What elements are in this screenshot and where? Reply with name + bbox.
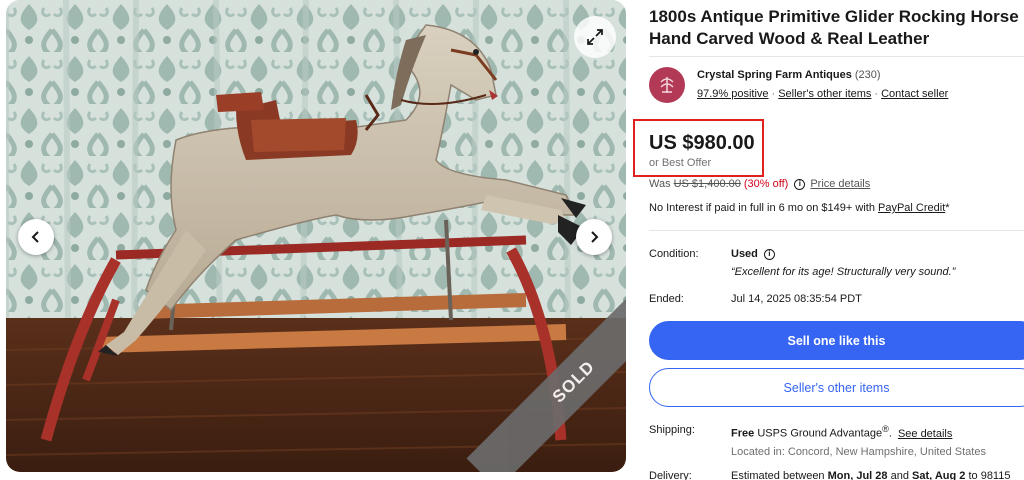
delivery-text: Estimated between	[731, 470, 825, 480]
item-title: 1800s Antique Primitive Glider Rocking H…	[649, 6, 1024, 50]
shipping-details-link[interactable]: See details	[898, 428, 952, 440]
shipping-reg-mark: ®	[882, 424, 889, 434]
next-image-button[interactable]	[576, 219, 612, 255]
sell-one-like-this-button[interactable]: Sell one like this	[649, 321, 1024, 360]
was-price: US $1,400.00	[673, 178, 741, 190]
financing-line: No Interest if paid in full in 6 mo on $…	[649, 202, 950, 214]
info-icon[interactable]: i	[763, 248, 775, 260]
contact-seller-link[interactable]: Contact seller	[881, 88, 948, 100]
seller-name-text[interactable]: Crystal Spring Farm Antiques	[697, 69, 852, 81]
delivery-date-end: Sat, Aug 2	[912, 470, 966, 480]
was-price-line: Was US $1,400.00 (30% off) i Price detai…	[649, 178, 870, 190]
image-gallery[interactable]: SOLD	[6, 0, 626, 472]
seller-other-items-link[interactable]: Seller's other items	[778, 88, 871, 100]
discount-badge: (30% off)	[743, 178, 789, 190]
chevron-right-icon	[591, 231, 599, 243]
separator: ·	[771, 88, 776, 100]
financing-suffix: *	[945, 202, 950, 214]
item-details-panel: 1800s Antique Primitive Glider Rocking H…	[649, 0, 1024, 480]
condition-label: Condition:	[649, 248, 699, 260]
divider	[649, 230, 1024, 231]
price-highlight-box	[633, 119, 764, 177]
divider	[649, 56, 1024, 57]
seller-links: 97.9% positive · Seller's other items · Cont…	[697, 88, 948, 100]
seller-logo-icon	[660, 77, 674, 93]
paypal-credit-link[interactable]: PayPal Credit	[878, 202, 945, 214]
ended-value: Jul 14, 2025 08:35:54 PDT	[731, 293, 862, 305]
item-location: Located in: Concord, New Hampshire, Unit…	[731, 446, 986, 458]
shipping-label: Shipping:	[649, 424, 695, 436]
sellers-other-items-button[interactable]: Seller's other items	[649, 368, 1024, 407]
delivery-zip: to 98115	[968, 470, 1011, 480]
item-title-line1: 1800s Antique Primitive Glider Rocking H…	[649, 7, 1019, 26]
previous-image-button[interactable]	[18, 219, 54, 255]
shipping-value: Free USPS Ground Advantage®. See details	[731, 424, 953, 440]
was-label: Was	[649, 178, 671, 190]
seller-positive-link[interactable]: 97.9% positive	[697, 88, 769, 100]
condition-text: Used	[731, 248, 758, 260]
ended-label: Ended:	[649, 293, 684, 305]
chevron-left-icon	[31, 231, 39, 243]
shipping-service: USPS Ground Advantage	[757, 427, 883, 440]
expand-image-button[interactable]	[574, 16, 616, 58]
price-details-link[interactable]: Price details	[810, 178, 870, 190]
delivery-value: Estimated between Mon, Jul 28 and Sat, A…	[731, 470, 1010, 480]
delivery-date-start: Mon, Jul 28	[827, 470, 888, 480]
condition-value: Used i	[731, 248, 780, 260]
separator: ·	[874, 88, 879, 100]
condition-quote: “Excellent for its age! Structurally ver…	[731, 266, 956, 278]
info-icon[interactable]: i	[794, 178, 806, 190]
expand-icon	[587, 29, 603, 45]
seller-avatar[interactable]	[649, 67, 685, 103]
delivery-label: Delivery:	[649, 470, 692, 480]
seller-feedback-count: (230)	[854, 69, 881, 81]
shipping-free: Free	[731, 427, 755, 440]
financing-text: No Interest if paid in full in 6 mo on $…	[649, 202, 875, 214]
item-title-line2: Hand Carved Wood & Real Leather	[649, 29, 930, 48]
seller-name[interactable]: Crystal Spring Farm Antiques (230)	[697, 69, 881, 81]
delivery-and: and	[890, 470, 909, 480]
